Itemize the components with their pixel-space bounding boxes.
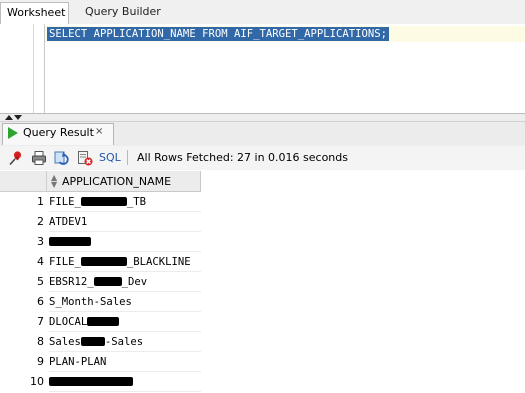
application-name-cell[interactable]: S_Month-Sales: [49, 292, 201, 312]
application-name-cell[interactable]: [49, 372, 201, 392]
row-number: 6: [37, 295, 44, 308]
collapse-up-icon[interactable]: [5, 115, 13, 120]
table-row[interactable]: 5 EBSR12_ _Dev: [0, 272, 201, 292]
sql-statement[interactable]: SELECT APPLICATION_NAME FROM AIF_TARGET_…: [47, 27, 390, 41]
pin-icon[interactable]: [8, 150, 24, 166]
cell-text: _BLACKLINE: [126, 256, 191, 268]
close-tab-icon[interactable]: ×: [95, 125, 103, 139]
cell-text: ATDEV1: [49, 216, 88, 228]
row-number: 4: [37, 255, 44, 268]
sort-icon: ▲ ▼: [51, 173, 58, 189]
tab-query-builder[interactable]: Query Builder: [79, 2, 167, 24]
cell-text: FILE_: [49, 196, 81, 208]
clear-icon[interactable]: [77, 150, 93, 166]
redaction-mark: [49, 237, 91, 246]
redaction-mark: [93, 277, 122, 286]
gutter-divider: [33, 24, 34, 114]
refresh-icon[interactable]: [54, 150, 70, 166]
cell-text: _Dev: [121, 276, 148, 288]
table-row[interactable]: 9 PLAN-PLAN: [0, 352, 201, 372]
cell-text: EBSR12_: [49, 276, 94, 288]
toolbar-separator: [127, 150, 128, 165]
table-row[interactable]: 7 DLOCAL: [0, 312, 201, 332]
application-name-cell[interactable]: FILE_ _TB: [49, 192, 201, 212]
row-number: 2: [37, 215, 44, 228]
sql-button[interactable]: SQL: [99, 151, 121, 165]
row-number: 1: [37, 195, 44, 208]
grid-corner[interactable]: [0, 171, 47, 192]
redaction-mark: [49, 377, 133, 386]
row-number: 8: [37, 335, 44, 348]
cell-text: S_Month-Sales: [49, 296, 132, 308]
cell-text: _TB: [126, 196, 147, 208]
query-result-label: Query Result: [23, 126, 94, 139]
table-row[interactable]: 6 S_Month-Sales: [0, 292, 201, 312]
row-number: 5: [37, 275, 44, 288]
row-number: 10: [30, 375, 44, 388]
table-row[interactable]: 10: [0, 372, 201, 392]
collapse-down-icon[interactable]: [14, 115, 22, 120]
cell-text: -Sales: [104, 336, 144, 348]
redaction-mark: [87, 317, 120, 326]
table-row[interactable]: 4 FILE_ _BLACKLINE: [0, 252, 201, 272]
tab-worksheet[interactable]: Worksheet: [0, 2, 69, 24]
application-name-cell[interactable]: DLOCAL: [49, 312, 201, 332]
application-name-cell[interactable]: [49, 232, 201, 252]
redaction-mark: [80, 257, 127, 266]
row-number: 7: [37, 315, 44, 328]
redaction-mark: [80, 197, 127, 206]
panel-splitter[interactable]: [0, 113, 525, 122]
table-row[interactable]: 2 ATDEV1: [0, 212, 201, 232]
cell-text: Sales: [49, 336, 81, 348]
application-name-cell[interactable]: ATDEV1: [49, 212, 201, 232]
cell-text: PLAN-PLAN: [49, 356, 107, 368]
cell-text: DLOCAL: [49, 316, 88, 328]
fetch-status: All Rows Fetched: 27 in 0.016 seconds: [137, 151, 348, 164]
table-row[interactable]: 8 Sales -Sales: [0, 332, 201, 352]
application-name-cell[interactable]: FILE_ _BLACKLINE: [49, 252, 201, 272]
print-icon[interactable]: [31, 150, 47, 166]
editor-gutter: [0, 24, 34, 114]
run-play-icon: [8, 127, 18, 139]
application-name-cell[interactable]: Sales -Sales: [49, 332, 201, 352]
redaction-mark: [80, 337, 105, 346]
application-name-cell[interactable]: PLAN-PLAN: [49, 352, 201, 372]
table-row[interactable]: 3: [0, 232, 201, 252]
column-header-label: APPLICATION_NAME: [62, 175, 172, 188]
row-number: 9: [37, 355, 44, 368]
cell-text: FILE_: [49, 256, 81, 268]
table-row[interactable]: 1 FILE_ _TB: [0, 192, 201, 212]
application-name-cell[interactable]: EBSR12_ _Dev: [49, 272, 201, 292]
row-number: 3: [37, 235, 44, 248]
